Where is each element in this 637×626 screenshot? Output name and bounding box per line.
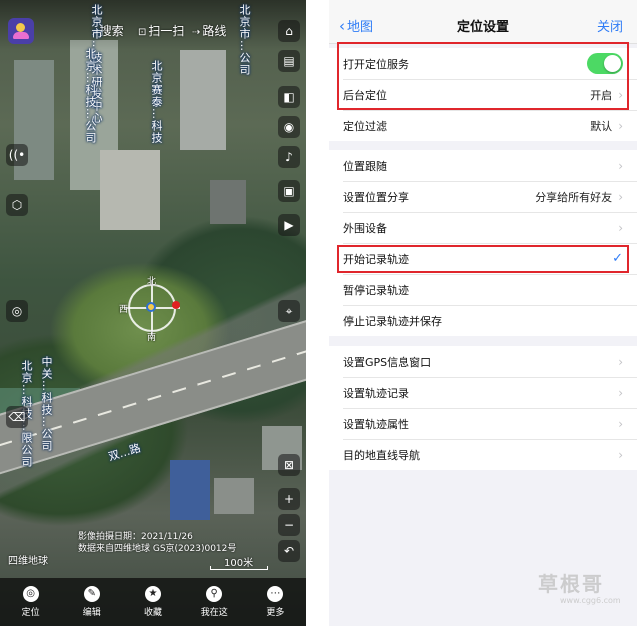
settings-group-location: 打开定位服务 后台定位 开启 › 定位过滤 默认 › — [329, 48, 637, 141]
signal-icon[interactable]: ((• — [6, 144, 28, 166]
back-arrow-icon[interactable]: ↶ — [278, 540, 300, 562]
map-attribution: 影像拍摄日期：2021/11/26 数据来自四维地球 GS京(2023)0012… — [78, 532, 237, 554]
tab-route[interactable]: ⇢ 路线 — [192, 22, 226, 39]
app-avatar-icon[interactable] — [8, 18, 34, 44]
building — [210, 180, 246, 224]
place-label: 中关…科技…公司 — [40, 356, 53, 452]
chevron-right-icon: › — [618, 158, 623, 173]
chevron-right-icon: › — [618, 189, 623, 204]
current-position-icon — [146, 302, 156, 312]
measure-icon[interactable]: ⊠ — [278, 454, 300, 476]
row-location-filter[interactable]: 定位过滤 默认 › — [329, 110, 637, 141]
nav-more[interactable]: ⋯ 更多 — [245, 578, 306, 626]
location-pin-icon[interactable]: ⌖ — [278, 300, 300, 322]
eye-icon[interactable]: ◎ — [6, 300, 28, 322]
location-service-toggle[interactable] — [587, 53, 623, 74]
road-label: 双…路 — [106, 441, 143, 464]
compass-south: 南 — [147, 333, 157, 343]
target-marker-icon — [172, 301, 180, 309]
building — [100, 150, 160, 230]
zoom-out-icon[interactable]: − — [278, 514, 300, 536]
route-icon: ⇢ — [192, 27, 201, 38]
location-settings-screen: ‹ 地图 定位设置 关闭 打开定位服务 后台定位 开启 › 定位过滤 默认 › 位… — [329, 0, 637, 626]
building — [170, 460, 210, 520]
watermark-url: www.cgg6.com — [560, 596, 621, 605]
checkmark-icon: ✓ — [612, 251, 623, 266]
tab-scan[interactable]: ⊡ 扫一扫 — [138, 22, 184, 39]
camera-icon[interactable]: ◉ — [278, 116, 300, 138]
book-icon[interactable]: ▤ — [278, 50, 300, 72]
nav-favorites[interactable]: ★ 收藏 — [122, 578, 183, 626]
scan-icon: ⊡ — [138, 27, 147, 38]
edit-icon: ✎ — [83, 586, 100, 602]
row-peripheral-devices[interactable]: 外围设备 › — [329, 212, 637, 243]
star-icon: ★ — [145, 586, 161, 602]
mic-icon[interactable]: ♪ — [278, 146, 300, 168]
chevron-right-icon: › — [618, 118, 623, 133]
chevron-right-icon: › — [618, 385, 623, 400]
row-pause-track-recording[interactable]: 暂停记录轨迹 — [329, 274, 637, 305]
video-icon[interactable]: ▶ — [278, 214, 300, 236]
place-label: 北京…科技…公司 — [84, 48, 97, 144]
chevron-right-icon: › — [618, 416, 623, 431]
locate-icon: ◎ — [22, 586, 39, 602]
settings-group-advanced: 设置GPS信息窗口 › 设置轨迹记录 › 设置轨迹属性 › 目的地直线导航 › — [329, 346, 637, 470]
settings-group-track: 位置跟随 › 设置位置分享 分享给所有好友 › 外围设备 › 开始记录轨迹 ✓ … — [329, 150, 637, 336]
row-track-recording-settings[interactable]: 设置轨迹记录 › — [329, 377, 637, 408]
photo-icon[interactable]: ▣ — [278, 180, 300, 202]
building — [180, 50, 226, 150]
compass-west: 西 — [119, 305, 129, 315]
row-straight-line-navigation[interactable]: 目的地直线导航 › — [329, 439, 637, 470]
chevron-right-icon: › — [618, 220, 623, 235]
place-label: 北京市…公司 — [238, 4, 251, 76]
zoom-in-icon[interactable]: + — [278, 488, 300, 510]
row-track-properties[interactable]: 设置轨迹属性 › — [329, 408, 637, 439]
chevron-right-icon: › — [618, 354, 623, 369]
row-location-sharing[interactable]: 设置位置分享 分享给所有好友 › — [329, 181, 637, 212]
nav-i-am-here[interactable]: ⚲ 我在这 — [184, 578, 245, 626]
pin-icon: ⚲ — [206, 586, 223, 602]
satellite-map[interactable]: ⌕ 搜索 ⊡ 扫一扫 ⇢ 路线 北京市…技术研发中心 北京市…公司 北京…科技…公司 … — [0, 0, 306, 626]
nav-edit[interactable]: ✎ 编辑 — [61, 578, 122, 626]
row-enable-location-service[interactable]: 打开定位服务 — [329, 48, 637, 79]
chevron-right-icon: › — [618, 447, 623, 462]
bottom-nav: ◎ 定位 ✎ 编辑 ★ 收藏 ⚲ 我在这 ⋯ 更多 — [0, 578, 306, 626]
watermark-logo: 草根哥 — [538, 572, 604, 596]
row-stop-and-save-track[interactable]: 停止记录轨迹并保存 — [329, 305, 637, 336]
more-icon: ⋯ — [267, 586, 284, 602]
cube-icon[interactable]: ⬡ — [6, 194, 28, 216]
nav-locate[interactable]: ◎ 定位 — [0, 578, 61, 626]
building — [214, 478, 254, 514]
earth-logo: 四维地球 — [8, 556, 48, 567]
scale-bar — [210, 566, 268, 570]
row-background-location[interactable]: 后台定位 开启 › — [329, 79, 637, 110]
place-label: 北京赛泰…科技 — [150, 60, 163, 144]
layers-icon[interactable]: ◧ — [278, 86, 300, 108]
trash-icon[interactable]: ⌫ — [6, 406, 28, 428]
row-gps-info-window[interactable]: 设置GPS信息窗口 › — [329, 346, 637, 377]
chevron-right-icon: › — [618, 87, 623, 102]
home-icon[interactable]: ⌂ — [278, 20, 300, 42]
page-title: 定位设置 — [456, 20, 509, 35]
navigation-bar: ‹ 地图 定位设置 关闭 — [329, 0, 637, 44]
row-start-track-recording[interactable]: 开始记录轨迹 ✓ — [329, 243, 637, 274]
close-button[interactable]: 关闭 — [597, 16, 623, 35]
row-location-follow[interactable]: 位置跟随 › — [329, 150, 637, 181]
compass-north: 北 — [147, 277, 157, 287]
